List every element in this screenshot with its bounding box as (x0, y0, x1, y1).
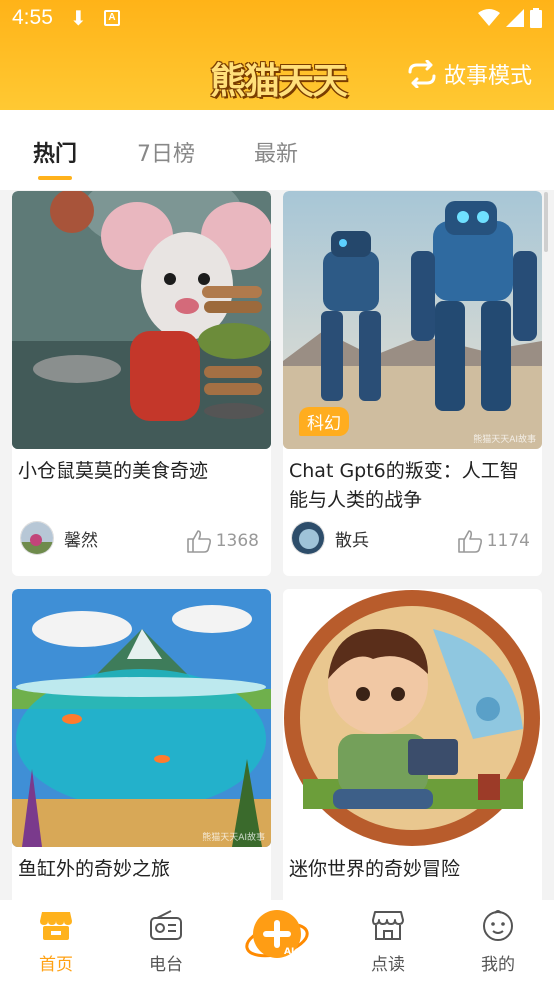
story-mode-label: 故事模式 (443, 64, 532, 89)
genre-tag: 科幻 (299, 407, 349, 436)
story-title: 鱼缸外的奇妙之旅 (18, 858, 171, 880)
like-button[interactable]: 1174 (457, 529, 530, 553)
shop-icon (372, 911, 404, 940)
watermark: 熊猫天天AI故事 (473, 435, 536, 445)
status-bar: 4:55 ⬇ A (0, 0, 554, 36)
author-info[interactable]: 散兵 (291, 521, 369, 555)
story-card[interactable]: 迷你世界的奇妙冒险 (283, 589, 542, 909)
nav-radio[interactable]: 电台 (126, 908, 206, 975)
ai-create-icon: AI (245, 910, 309, 958)
app-header: 4:55 ⬇ A 熊猫天天 故事模式 (0, 0, 554, 110)
signal-icon (506, 9, 524, 27)
nav-label: 我的 (481, 955, 515, 975)
store-icon (40, 912, 72, 940)
story-title: 小仓鼠莫莫的美食奇迹 (18, 460, 209, 482)
switch-icon (408, 60, 436, 88)
author-name: 散兵 (335, 530, 369, 551)
story-mode-button[interactable]: 故事模式 (406, 58, 532, 90)
battery-icon (530, 8, 542, 28)
nav-label: 电台 (149, 955, 183, 975)
wifi-icon (478, 9, 500, 26)
ai-create-button[interactable]: AI (244, 904, 310, 970)
story-cover-image (12, 191, 271, 449)
story-cover-image (283, 589, 542, 847)
baby-face-icon (483, 910, 513, 941)
svg-text:AI: AI (284, 947, 294, 957)
tab-active-indicator (38, 176, 72, 180)
author-name: 馨然 (64, 530, 98, 551)
radio-icon (150, 910, 182, 940)
status-time: 4:55 (12, 6, 53, 29)
nav-profile[interactable]: 我的 (458, 908, 538, 975)
tab-hot[interactable]: 热门 (33, 136, 77, 168)
author-info[interactable]: 馨然 (20, 521, 98, 555)
watermark: 熊猫天天AI故事 (202, 833, 265, 843)
like-button[interactable]: 1368 (186, 529, 259, 553)
story-card[interactable]: 熊猫天天AI故事 科幻 Chat Gpt6的叛变：人工智能与人类的战争 散兵 1… (283, 191, 542, 576)
nav-label: 点读 (371, 955, 405, 975)
category-tabs: 热门 7日榜 最新 (0, 110, 554, 190)
status-indicators (478, 8, 542, 28)
tab-latest[interactable]: 最新 (254, 136, 298, 168)
story-title: Chat Gpt6的叛变：人工智能与人类的战争 (289, 460, 519, 511)
avatar (291, 521, 325, 555)
thumbs-up-icon (186, 530, 211, 553)
tab-7day[interactable]: 7日榜 (137, 136, 195, 168)
avatar (20, 521, 54, 555)
like-count: 1174 (486, 531, 530, 551)
nav-home[interactable]: 首页 (16, 908, 96, 975)
like-count: 1368 (215, 531, 259, 551)
app-notification-icon: A (104, 10, 120, 26)
app-logo: 熊猫天天 (210, 61, 348, 102)
story-card[interactable]: 小仓鼠莫莫的美食奇迹 馨然 1368 (12, 191, 271, 576)
nav-read[interactable]: 点读 (348, 908, 428, 975)
story-cover-image: 熊猫天天AI故事 (12, 589, 271, 847)
nav-label: 首页 (39, 955, 73, 975)
thumbs-up-icon (457, 530, 482, 553)
download-icon: ⬇ (70, 6, 87, 30)
story-card[interactable]: 熊猫天天AI故事 鱼缸外的奇妙之旅 (12, 589, 271, 909)
scrollbar[interactable] (544, 192, 548, 252)
story-title: 迷你世界的奇妙冒险 (289, 858, 461, 880)
